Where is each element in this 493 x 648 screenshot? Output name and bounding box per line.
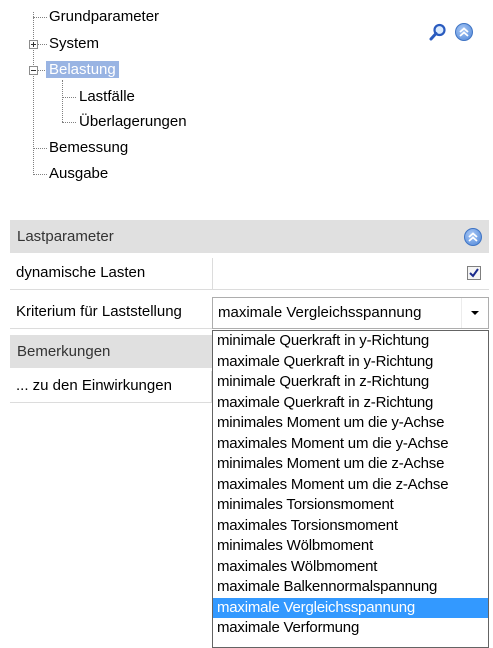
tree-guide-line: [62, 122, 76, 123]
tree-item-bemessung[interactable]: Bemessung: [49, 137, 128, 159]
tree-guide-line: [33, 174, 47, 175]
dropdown-option[interactable]: maximale Querkraft in z-Richtung: [213, 393, 488, 414]
property-label: Kriterium für Laststellung: [16, 303, 182, 320]
tree-item-label: Lastfälle: [79, 88, 135, 105]
select-value: maximale Vergleichsspannung: [218, 304, 422, 321]
dropdown-option[interactable]: minimales Wölbmoment: [213, 536, 488, 557]
tree-item-label: Überlagerungen: [79, 113, 187, 130]
dropdown-option[interactable]: minimales Moment um die y-Achse: [213, 413, 488, 434]
chevron-up-circle-icon[interactable]: [455, 23, 473, 41]
tree-item-system[interactable]: System: [49, 33, 99, 55]
navigation-tree: Grundparameter System Belastung Lastfäll…: [0, 0, 493, 200]
dropdown-option[interactable]: minimale Querkraft in z-Richtung: [213, 372, 488, 393]
tree-item-label: Ausgabe: [49, 165, 109, 182]
tree-guide-line: [33, 17, 47, 18]
category-title: Lastparameter: [17, 228, 114, 245]
property-label: ... zu den Einwirkungen: [16, 377, 172, 394]
dropdown-option-selected[interactable]: maximale Vergleichsspannung: [213, 597, 488, 618]
category-title: Bemerkungen: [17, 343, 111, 360]
property-name-kriterium: Kriterium für Laststellung: [10, 297, 212, 329]
tree-item-label: Bemessung: [49, 139, 129, 156]
dropdown-option[interactable]: maximales Wölbmoment: [213, 557, 488, 578]
dynamic-loads-checkbox[interactable]: [467, 266, 481, 280]
dropdown-option[interactable]: maximale Balkennormalspannung: [213, 577, 488, 598]
tree-item-label: Grundparameter: [49, 8, 160, 25]
tree-item-label: Belastung: [46, 61, 119, 78]
dropdown-option[interactable]: minimales Torsionsmoment: [213, 495, 488, 516]
chevron-up-circle-icon[interactable]: [464, 228, 482, 246]
kriterium-select[interactable]: maximale Vergleichsspannung: [212, 297, 489, 329]
dropdown-option[interactable]: maximales Torsionsmoment: [213, 516, 488, 537]
tree-item-grundparameter[interactable]: Grundparameter: [49, 6, 159, 28]
collapse-minus-icon[interactable]: [29, 66, 38, 75]
dropdown-option[interactable]: minimale Querkraft in y-Richtung: [213, 331, 488, 352]
dropdown-option[interactable]: maximale Verformung: [213, 618, 488, 639]
tree-item-lastfaelle[interactable]: Lastfälle: [79, 86, 135, 108]
property-name-einwirkungen: ... zu den Einwirkungen: [10, 371, 212, 403]
tree-guide-line: [38, 44, 47, 45]
tree-item-label: System: [49, 35, 100, 52]
expand-plus-icon[interactable]: [29, 40, 38, 49]
category-lastparameter[interactable]: Lastparameter: [10, 220, 489, 253]
property-name-dynamische-lasten: dynamische Lasten: [10, 258, 212, 290]
dropdown-option[interactable]: maximale Querkraft in y-Richtung: [213, 352, 488, 373]
tree-guide-line: [62, 97, 76, 98]
tree-guide-line: [33, 12, 34, 175]
dropdown-option[interactable]: minimales Moment um die z-Achse: [213, 454, 488, 475]
tree-item-ausgabe[interactable]: Ausgabe: [49, 163, 108, 185]
category-bemerkungen[interactable]: Bemerkungen: [10, 335, 212, 368]
tree-guide-line: [62, 80, 63, 122]
magnifier-icon[interactable]: [428, 22, 448, 46]
checkmark-icon: [469, 268, 479, 278]
property-label: dynamische Lasten: [16, 264, 146, 281]
dropdown-arrow-icon[interactable]: [461, 298, 488, 328]
property-value-dynamische-lasten: [212, 258, 489, 290]
tree-item-ueberlagerungen[interactable]: Überlagerungen: [79, 111, 187, 133]
tree-guide-line: [33, 148, 47, 149]
dropdown-option[interactable]: maximales Moment um die y-Achse: [213, 434, 488, 455]
tree-item-belastung[interactable]: Belastung: [46, 59, 119, 81]
kriterium-dropdown-list: minimale Querkraft in y-Richtung maximal…: [212, 330, 489, 648]
dropdown-option[interactable]: maximales Moment um die z-Achse: [213, 475, 488, 496]
